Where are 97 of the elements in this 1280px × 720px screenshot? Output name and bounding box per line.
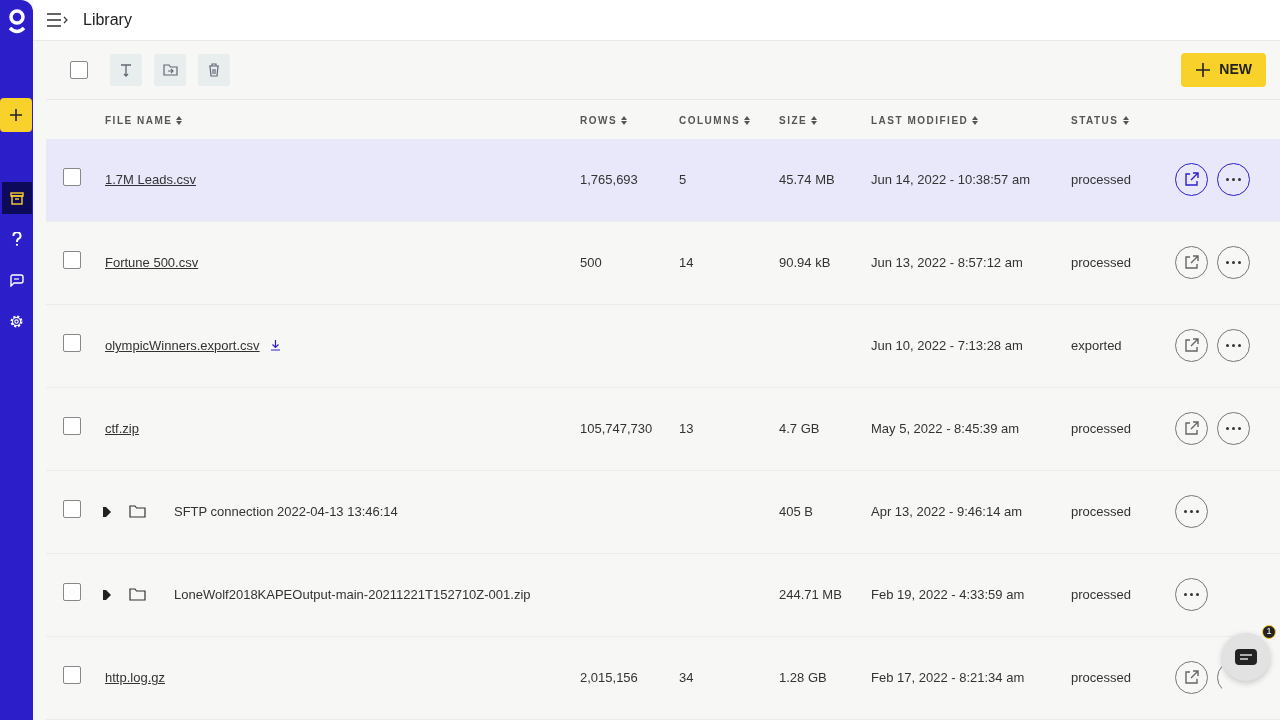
plus-icon (1195, 61, 1212, 78)
help-icon (11, 232, 22, 246)
table-cell: 105,747,730 (580, 421, 653, 437)
trash-icon (208, 62, 220, 77)
folder-icon (129, 588, 146, 602)
table-cell: processed (1071, 670, 1131, 686)
more-icon (1226, 427, 1241, 431)
message-icon (1235, 649, 1257, 665)
table-cell: 90.94 kB (779, 255, 831, 271)
column-header[interactable]: STATUS (1071, 112, 1129, 128)
page-title: Library (83, 9, 132, 30)
move-button[interactable] (154, 53, 186, 86)
table-row[interactable]: SFTP connection 2022-04-13 13:46:14 405 B Apr 13, 2022 - 9:46:14 am processed (46, 471, 1280, 554)
table-cell: Jun 14, 2022 - 10:38:57 am (871, 172, 1030, 188)
library-nav-button[interactable] (1, 182, 32, 214)
file-link[interactable]: ctf.zip (105, 419, 139, 439)
download-icon[interactable] (269, 340, 281, 352)
folder-move-icon (162, 63, 178, 76)
settings-icon (9, 313, 24, 329)
table-cell: 13 (679, 421, 694, 437)
sort-icon (1122, 115, 1129, 125)
table-cell: Apr 13, 2022 - 9:46:14 am (871, 504, 1023, 520)
sort-icon (811, 115, 818, 125)
table-cell: 405 B (779, 504, 813, 520)
table-cell: 244.71 MB (779, 587, 842, 603)
sort-icon (744, 115, 751, 125)
table-cell: Feb 17, 2022 - 8:21:34 am (871, 670, 1025, 686)
column-header[interactable]: FILE NAME (105, 112, 183, 128)
plus-icon (8, 108, 23, 122)
table-cell: Jun 13, 2022 - 8:57:12 am (871, 255, 1023, 271)
table-row[interactable]: olympicWinners.export.csv Jun 10, 2022 - 7:13:28 am exported (46, 305, 1280, 388)
new-button[interactable]: NEW (1181, 52, 1266, 87)
table-cell: 4.7 GB (779, 421, 820, 437)
text-cursor-icon (120, 62, 132, 77)
table-cell: 1,765,693 (580, 172, 638, 188)
more-icon (1226, 344, 1241, 348)
table-cell: processed (1071, 421, 1131, 437)
table-cell: Jun 10, 2022 - 7:13:28 am (871, 338, 1023, 354)
row-checkbox[interactable] (63, 666, 81, 685)
expand-icon[interactable] (103, 590, 111, 600)
folder-name[interactable]: SFTP connection 2022-04-13 13:46:14 (174, 502, 398, 522)
table-cell: processed (1071, 255, 1131, 271)
table-cell: 34 (679, 670, 694, 686)
chat-icon (9, 273, 24, 287)
expand-icon[interactable] (103, 507, 111, 517)
more-icon (1226, 261, 1241, 265)
row-checkbox[interactable] (63, 417, 81, 436)
row-checkbox[interactable] (63, 251, 81, 270)
row-checkbox[interactable] (63, 583, 81, 602)
external-link-icon (1184, 670, 1199, 686)
box-icon (9, 191, 24, 205)
sort-icon (972, 115, 979, 125)
table-cell: 2,015,156 (580, 670, 638, 686)
table-cell: May 5, 2022 - 8:45:39 am (871, 421, 1020, 437)
more-icon (1184, 593, 1199, 597)
table-cell: 1.28 GB (779, 670, 827, 686)
table-row[interactable]: ctf.zip 105,747,730 13 4.7 GB May 5, 2022 - 8:45:39 am processed (46, 388, 1280, 471)
file-link[interactable]: olympicWinners.export.csv (105, 336, 260, 356)
table-cell: exported (1071, 338, 1122, 354)
menu-icon (47, 12, 69, 27)
chat-button[interactable] (1222, 633, 1270, 681)
more-icon (1226, 178, 1241, 182)
column-header[interactable]: COLUMNS (679, 112, 751, 128)
folder-icon (129, 505, 146, 519)
table-cell: 500 (580, 255, 602, 271)
column-header[interactable]: ROWS (580, 112, 628, 128)
column-header[interactable]: SIZE (779, 112, 818, 128)
file-link[interactable]: Fortune 500.csv (105, 253, 199, 273)
row-checkbox[interactable] (63, 334, 81, 353)
external-link-icon (1184, 172, 1199, 188)
folder-name[interactable]: LoneWolf2018KAPEOutput-main-20211221T152710Z-001.zip (174, 585, 531, 605)
table-cell: 45.74 MB (779, 172, 835, 188)
file-link[interactable]: http.log.gz (105, 668, 165, 688)
table-cell: 5 (679, 172, 687, 188)
add-button[interactable] (0, 98, 32, 132)
row-checkbox[interactable] (63, 168, 81, 187)
delete-button[interactable] (198, 53, 230, 86)
table-cell: processed (1071, 504, 1131, 520)
external-link-icon (1184, 421, 1199, 437)
more-icon (1184, 510, 1199, 514)
external-link-icon (1184, 255, 1199, 271)
notification-badge: 1 (1262, 625, 1276, 639)
file-link[interactable]: 1.7M Leads.csv (105, 170, 197, 190)
table-row[interactable]: 1.7M Leads.csv 1,765,693 5 45.74 MB Jun 14, 2022 - 10:38:57 am processed (46, 139, 1280, 222)
rename-button[interactable] (110, 53, 142, 86)
table-cell: Feb 19, 2022 - 4:33:59 am (871, 587, 1025, 603)
table-row[interactable]: Fortune 500.csv 500 14 90.94 kB Jun 13, 2022 - 8:57:12 am processed (46, 222, 1280, 305)
sort-icon (621, 115, 628, 125)
table-cell: processed (1071, 172, 1131, 188)
table-cell: processed (1071, 587, 1131, 603)
menu-button[interactable] (47, 12, 69, 27)
column-header[interactable]: LAST MODIFIED (871, 112, 979, 128)
external-link-icon (1184, 338, 1199, 354)
row-checkbox[interactable] (63, 500, 81, 519)
select-all-checkbox[interactable] (70, 60, 88, 79)
table-cell: 14 (679, 255, 694, 271)
sort-icon (176, 115, 183, 125)
